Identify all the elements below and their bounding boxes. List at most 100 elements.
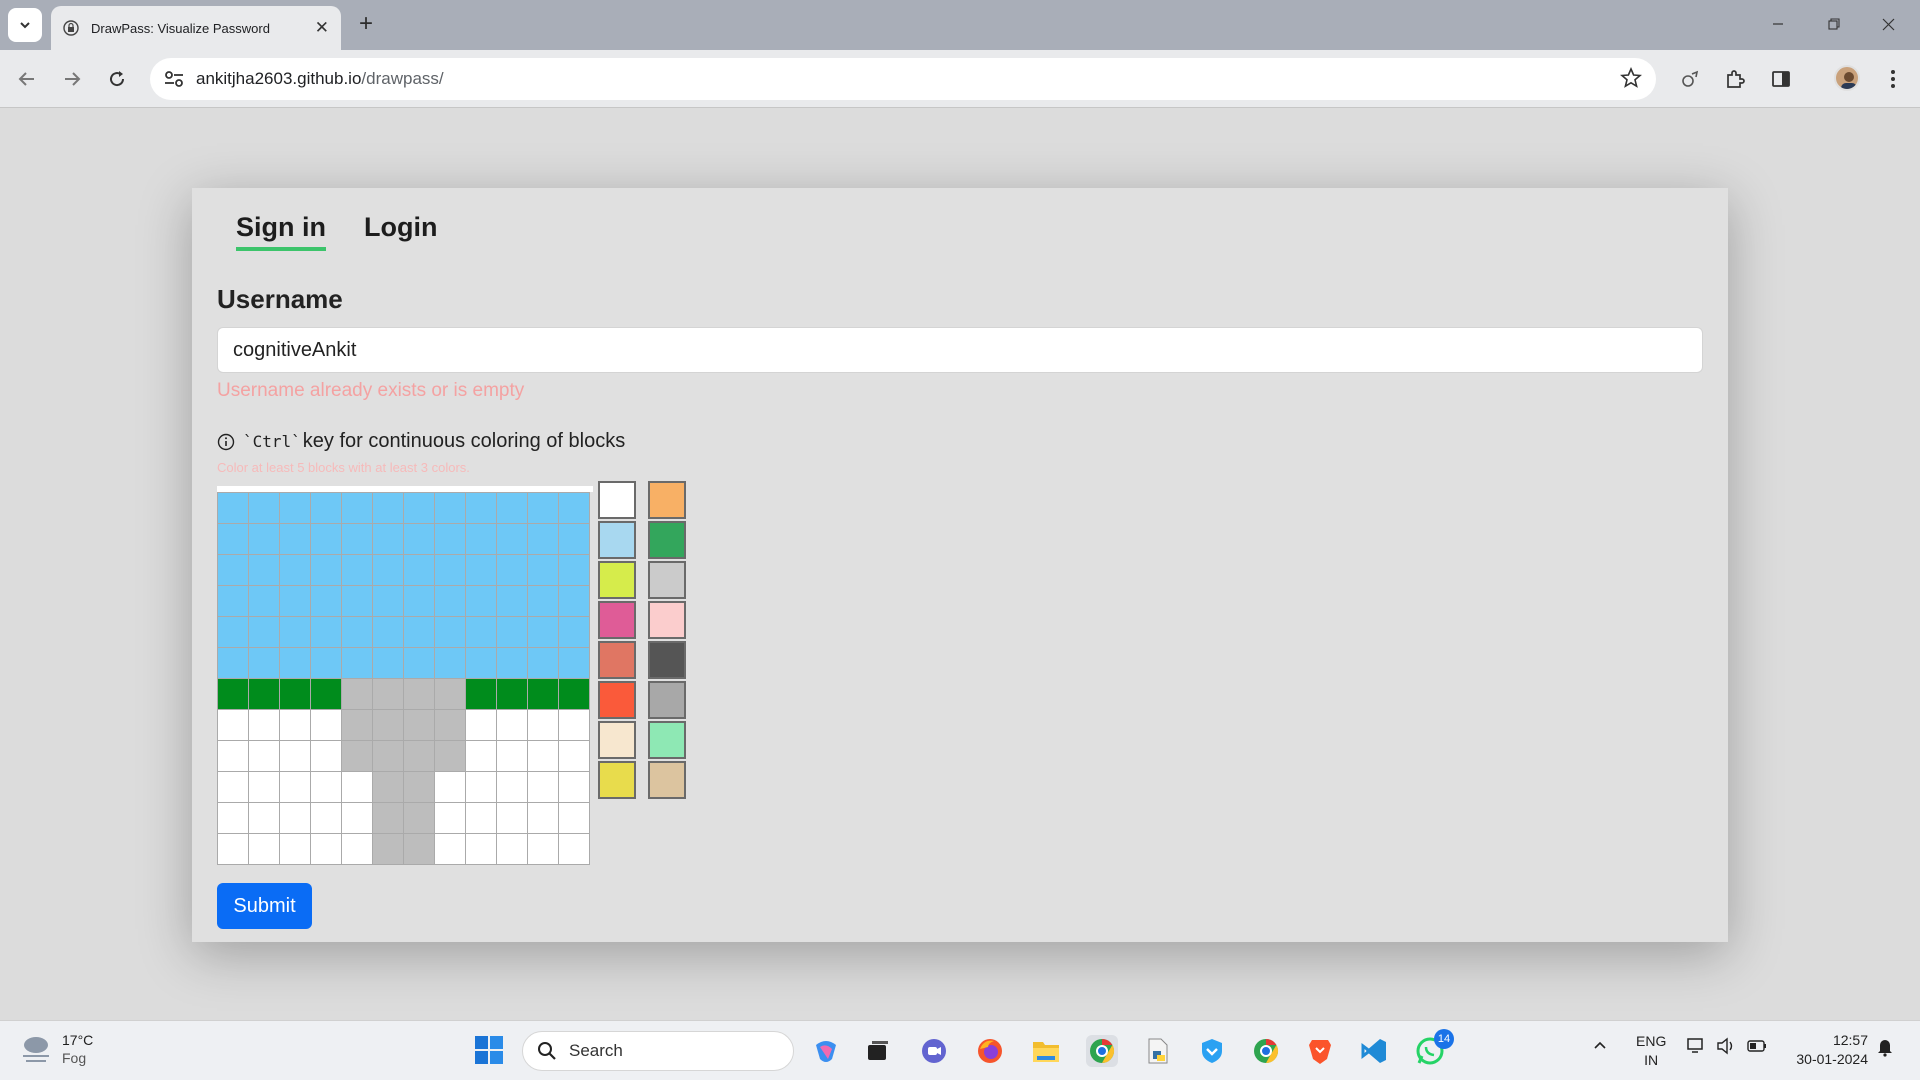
grid-cell[interactable]	[465, 740, 497, 772]
grid-cell[interactable]	[248, 802, 280, 834]
grid-cell[interactable]	[310, 585, 342, 617]
tab-sign-in[interactable]: Sign in	[236, 212, 326, 251]
grid-cell[interactable]	[279, 492, 311, 524]
show-hidden-icons-chevron-icon[interactable]	[1592, 1037, 1608, 1056]
close-window-button[interactable]	[1868, 10, 1908, 38]
grid-cell[interactable]	[558, 833, 590, 865]
color-swatch[interactable]	[648, 641, 686, 679]
grid-cell[interactable]	[279, 523, 311, 555]
back-button[interactable]	[10, 62, 44, 96]
grid-cell[interactable]	[341, 554, 373, 586]
shield-app-icon[interactable]	[1196, 1035, 1228, 1067]
grid-cell[interactable]	[527, 523, 559, 555]
grid-cell[interactable]	[465, 771, 497, 803]
grid-cell[interactable]	[310, 740, 342, 772]
grid-cell[interactable]	[465, 678, 497, 710]
grid-cell[interactable]	[279, 771, 311, 803]
grid-cell[interactable]	[248, 678, 280, 710]
network-icon[interactable]	[1686, 1037, 1706, 1058]
grid-cell[interactable]	[217, 740, 249, 772]
grid-cell[interactable]	[465, 647, 497, 679]
grid-cell[interactable]	[558, 492, 590, 524]
grid-cell[interactable]	[434, 678, 466, 710]
color-swatch[interactable]	[598, 761, 636, 799]
grid-cell[interactable]	[341, 492, 373, 524]
grid-cell[interactable]	[248, 647, 280, 679]
grid-cell[interactable]	[403, 833, 435, 865]
notepad-python-icon[interactable]	[1142, 1035, 1174, 1067]
color-swatch[interactable]	[598, 681, 636, 719]
grid-cell[interactable]	[527, 771, 559, 803]
grid-cell[interactable]	[372, 833, 404, 865]
color-swatch[interactable]	[648, 681, 686, 719]
grid-cell[interactable]	[434, 523, 466, 555]
start-button[interactable]	[474, 1035, 504, 1065]
side-panel-icon[interactable]	[1768, 66, 1794, 92]
grid-cell[interactable]	[465, 802, 497, 834]
color-swatch[interactable]	[598, 481, 636, 519]
grid-cell[interactable]	[403, 554, 435, 586]
grid-cell[interactable]	[403, 678, 435, 710]
grid-cell[interactable]	[341, 616, 373, 648]
copilot-app-icon[interactable]	[810, 1035, 842, 1067]
grid-cell[interactable]	[217, 678, 249, 710]
grid-cell[interactable]	[248, 833, 280, 865]
grid-cell[interactable]	[527, 616, 559, 648]
grid-cell[interactable]	[465, 709, 497, 741]
grid-cell[interactable]	[465, 523, 497, 555]
grid-cell[interactable]	[217, 709, 249, 741]
grid-cell[interactable]	[372, 647, 404, 679]
grid-cell[interactable]	[372, 585, 404, 617]
grid-cell[interactable]	[465, 554, 497, 586]
grid-cell[interactable]	[434, 616, 466, 648]
grid-cell[interactable]	[372, 740, 404, 772]
grid-cell[interactable]	[527, 554, 559, 586]
taskbar-clock[interactable]: 12:57 30-01-2024	[1786, 1031, 1868, 1069]
grid-cell[interactable]	[217, 802, 249, 834]
grid-cell[interactable]	[217, 554, 249, 586]
grid-cell[interactable]	[217, 616, 249, 648]
grid-cell[interactable]	[558, 523, 590, 555]
grid-cell[interactable]	[341, 647, 373, 679]
grid-cell[interactable]	[217, 771, 249, 803]
grid-cell[interactable]	[279, 616, 311, 648]
tab-close-icon[interactable]: ✕	[315, 18, 329, 38]
grid-cell[interactable]	[310, 554, 342, 586]
grid-cell[interactable]	[558, 678, 590, 710]
grid-cell[interactable]	[372, 709, 404, 741]
grid-cell[interactable]	[248, 771, 280, 803]
reload-button[interactable]	[100, 62, 134, 96]
grid-cell[interactable]	[527, 647, 559, 679]
grid-cell[interactable]	[372, 678, 404, 710]
grid-cell[interactable]	[496, 802, 528, 834]
grid-cell[interactable]	[217, 647, 249, 679]
restore-button[interactable]	[1814, 10, 1854, 38]
sync-extension-icon[interactable]	[1677, 66, 1703, 92]
grid-cell[interactable]	[279, 833, 311, 865]
grid-cell[interactable]	[217, 833, 249, 865]
grid-cell[interactable]	[434, 771, 466, 803]
grid-cell[interactable]	[341, 523, 373, 555]
grid-cell[interactable]	[496, 833, 528, 865]
grid-cell[interactable]	[558, 771, 590, 803]
grid-cell[interactable]	[434, 554, 466, 586]
submit-button[interactable]: Submit	[217, 883, 312, 929]
grid-cell[interactable]	[372, 554, 404, 586]
grid-cell[interactable]	[496, 771, 528, 803]
grid-cell[interactable]	[465, 616, 497, 648]
grid-cell[interactable]	[310, 678, 342, 710]
color-swatch[interactable]	[648, 761, 686, 799]
grid-cell[interactable]	[496, 740, 528, 772]
grid-cell[interactable]	[310, 709, 342, 741]
grid-cell[interactable]	[310, 647, 342, 679]
file-explorer-icon[interactable]	[1030, 1035, 1062, 1067]
color-swatch[interactable]	[598, 521, 636, 559]
grid-cell[interactable]	[248, 709, 280, 741]
grid-cell[interactable]	[217, 523, 249, 555]
forward-button[interactable]	[55, 62, 89, 96]
grid-cell[interactable]	[496, 616, 528, 648]
grid-cell[interactable]	[496, 678, 528, 710]
grid-cell[interactable]	[403, 709, 435, 741]
grid-cell[interactable]	[496, 492, 528, 524]
grid-cell[interactable]	[434, 802, 466, 834]
